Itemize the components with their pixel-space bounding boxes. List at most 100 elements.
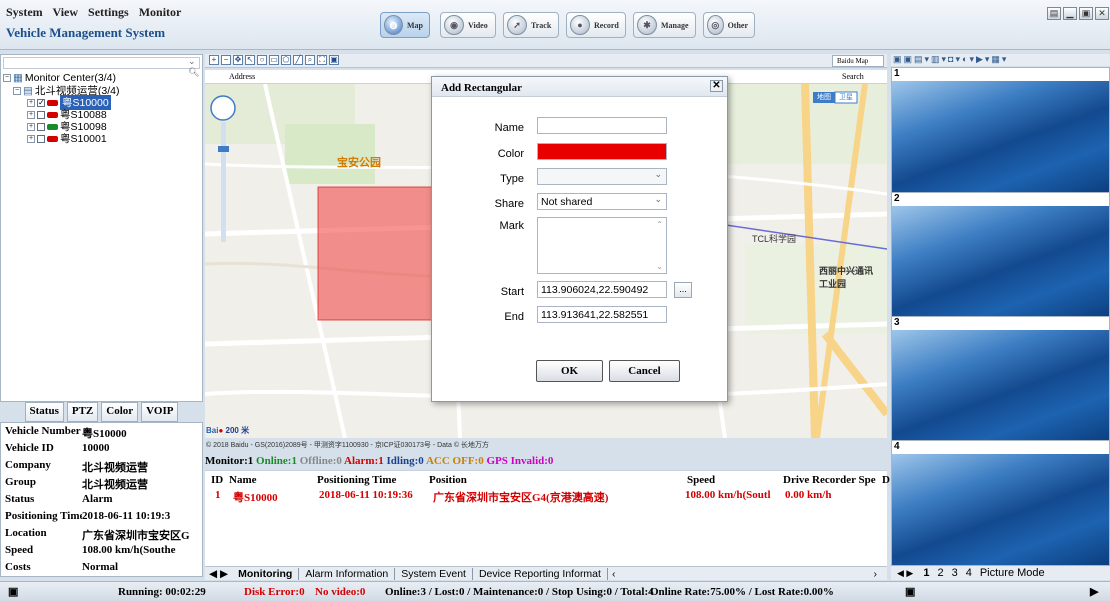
video-pane-1[interactable]: 1 bbox=[891, 67, 1110, 194]
nav-map-button[interactable]: ◍ Map bbox=[380, 12, 430, 38]
collapse-icon[interactable]: − bbox=[3, 74, 11, 82]
tab-voip[interactable]: VOIP bbox=[141, 402, 179, 422]
footer-expand-icon[interactable]: ▶ bbox=[1090, 585, 1098, 598]
footer-summary: Online:3 / Lost:0 / Maintenance:0 / Stop… bbox=[385, 586, 654, 598]
video-feed-1 bbox=[892, 81, 1109, 193]
col-speed[interactable]: Speed bbox=[687, 474, 715, 486]
info-row: Vehicle Number 粤S10000 bbox=[5, 425, 127, 439]
end-label: End bbox=[504, 311, 524, 323]
color-picker[interactable] bbox=[537, 143, 667, 160]
name-input[interactable] bbox=[537, 117, 667, 134]
start-label: Start bbox=[500, 286, 524, 298]
footer-panel-icon[interactable]: ▣ bbox=[905, 585, 915, 598]
video-tab-picture-mode[interactable]: Picture Mode bbox=[976, 567, 1049, 579]
mark-textarea[interactable]: ⌃ ⌄ bbox=[537, 217, 667, 274]
share-select[interactable]: Not shared ⌄ bbox=[537, 193, 667, 210]
tab-overflow-icon[interactable]: ‹ bbox=[608, 568, 620, 580]
map-search-button[interactable]: Search bbox=[842, 72, 864, 81]
polygon-tool-icon[interactable]: ⬠ bbox=[281, 55, 291, 65]
search-area-icon[interactable]: ⌕ bbox=[305, 55, 315, 65]
tab-alarm-information[interactable]: Alarm Information bbox=[299, 567, 396, 580]
map-type-select[interactable]: Baidu Map bbox=[832, 55, 884, 67]
fullscreen-icon[interactable]: ⛶ bbox=[317, 55, 327, 65]
menu-system[interactable]: System bbox=[6, 5, 43, 19]
pan-icon[interactable]: ✥ bbox=[233, 55, 243, 65]
zoom-in-icon[interactable]: + bbox=[209, 55, 219, 65]
vehicle-checkbox[interactable] bbox=[37, 110, 45, 119]
tab-device-reporting[interactable]: Device Reporting Informat bbox=[473, 567, 608, 580]
browse-button[interactable]: ... bbox=[674, 282, 692, 298]
nav-track-button[interactable]: ➚ Track bbox=[503, 12, 559, 38]
info-row: Vehicle ID 10000 bbox=[5, 442, 110, 454]
video-tab-scroll-icon[interactable]: ◀ ▶ bbox=[891, 568, 919, 579]
settings-window-icon[interactable]: ▤ bbox=[1047, 7, 1061, 20]
maximize-icon[interactable]: ▣ bbox=[1079, 7, 1093, 20]
rectangle-tool-icon[interactable]: ▭ bbox=[269, 55, 279, 65]
tab-monitoring[interactable]: Monitoring bbox=[232, 567, 300, 580]
close-icon[interactable]: ✕ bbox=[1095, 7, 1109, 20]
video-tab-1[interactable]: 1 bbox=[919, 567, 933, 579]
info-row: Status Alarm bbox=[5, 493, 113, 505]
type-select[interactable]: ⌄ bbox=[537, 168, 667, 185]
map-type-toggle-satellite[interactable]: 卫星 bbox=[835, 92, 857, 102]
col-d[interactable]: D bbox=[882, 474, 890, 486]
menu-bar: System View Settings Monitor bbox=[6, 5, 188, 20]
pointer-icon[interactable]: ↖ bbox=[245, 55, 255, 65]
globe-icon: ◍ bbox=[384, 15, 403, 35]
vehicle-checkbox[interactable] bbox=[37, 134, 45, 143]
menu-monitor[interactable]: Monitor bbox=[139, 5, 182, 19]
expand-icon[interactable]: + bbox=[27, 98, 35, 107]
bottom-tabs: ◀ ▶ Monitoring Alarm Information System … bbox=[205, 566, 887, 580]
save-icon[interactable]: ▣ bbox=[329, 55, 339, 65]
zoom-out-icon[interactable]: − bbox=[221, 55, 231, 65]
map-type-toggle-map[interactable]: 地图 bbox=[813, 92, 835, 102]
ok-button[interactable]: OK bbox=[536, 360, 603, 382]
menu-view[interactable]: View bbox=[52, 5, 78, 19]
nav-manage-button[interactable]: ✱ Manage bbox=[633, 12, 696, 38]
baidu-paw-icon: ● bbox=[218, 426, 224, 435]
search-icon[interactable]: ⌄🔍︎ bbox=[188, 56, 202, 78]
col-drive-recorder-speed[interactable]: Drive Recorder Spe bbox=[783, 474, 876, 486]
video-tab-4[interactable]: 4 bbox=[962, 567, 976, 579]
video-pane-3[interactable]: 3 bbox=[891, 316, 1110, 443]
tab-color[interactable]: Color bbox=[101, 402, 139, 422]
video-pane-2[interactable]: 2 bbox=[891, 192, 1110, 319]
scroll-up-icon[interactable]: ⌃ bbox=[656, 220, 663, 229]
menu-settings[interactable]: Settings bbox=[88, 5, 129, 19]
tab-ptz[interactable]: PTZ bbox=[66, 402, 99, 422]
share-label: Share bbox=[494, 198, 524, 210]
video-tab-3[interactable]: 3 bbox=[948, 567, 962, 579]
info-tabs: Status PTZ Color VOIP bbox=[0, 402, 203, 422]
expand-icon[interactable]: + bbox=[27, 110, 35, 119]
video-pane-4[interactable]: 4 bbox=[891, 440, 1110, 566]
collapse-icon[interactable]: − bbox=[13, 86, 21, 95]
footer-toggle-icon[interactable]: ▣ bbox=[8, 585, 18, 598]
end-coordinates-input[interactable]: 113.913641,22.582551 bbox=[537, 306, 667, 323]
col-position[interactable]: Position bbox=[429, 474, 467, 486]
nav-video-button[interactable]: ◉ Video bbox=[440, 12, 496, 38]
scroll-down-icon[interactable]: ⌄ bbox=[656, 262, 663, 271]
tab-system-event[interactable]: System Event bbox=[395, 567, 473, 580]
tree-vehicle-4[interactable]: + 粤S10001 bbox=[27, 131, 107, 146]
minimize-icon[interactable]: ▁ bbox=[1063, 7, 1077, 20]
vehicle-checkbox[interactable] bbox=[37, 122, 45, 131]
vehicle-checkbox[interactable]: ✓ bbox=[37, 98, 45, 107]
tab-scroll-left-icon[interactable]: ◀ ▶ bbox=[205, 568, 232, 580]
start-coordinates-input[interactable]: 113.906024,22.590492 bbox=[537, 281, 667, 298]
nav-other-button[interactable]: ◎ Other bbox=[703, 12, 755, 38]
dialog-close-icon[interactable]: ✕ bbox=[710, 80, 723, 92]
video-layout-icon[interactable]: ▣▣▤▾▥▾◘▾◐▾▶▾▦▾ bbox=[893, 54, 1008, 65]
tab-status[interactable]: Status bbox=[24, 402, 64, 422]
col-positioning-time[interactable]: Positioning Time bbox=[317, 474, 396, 486]
expand-icon[interactable]: + bbox=[27, 134, 35, 143]
col-id[interactable]: ID bbox=[211, 474, 223, 486]
cancel-button[interactable]: Cancel bbox=[609, 360, 680, 382]
tree-search-input[interactable] bbox=[3, 57, 200, 69]
circle-tool-icon[interactable]: ○ bbox=[257, 55, 267, 65]
tab-scroll-right-icon[interactable]: › bbox=[874, 568, 888, 580]
video-tab-2[interactable]: 2 bbox=[933, 567, 947, 579]
col-name[interactable]: Name bbox=[229, 474, 257, 486]
line-tool-icon[interactable]: ╱ bbox=[293, 55, 303, 65]
expand-icon[interactable]: + bbox=[27, 122, 35, 131]
nav-record-button[interactable]: ● Record bbox=[566, 12, 626, 38]
